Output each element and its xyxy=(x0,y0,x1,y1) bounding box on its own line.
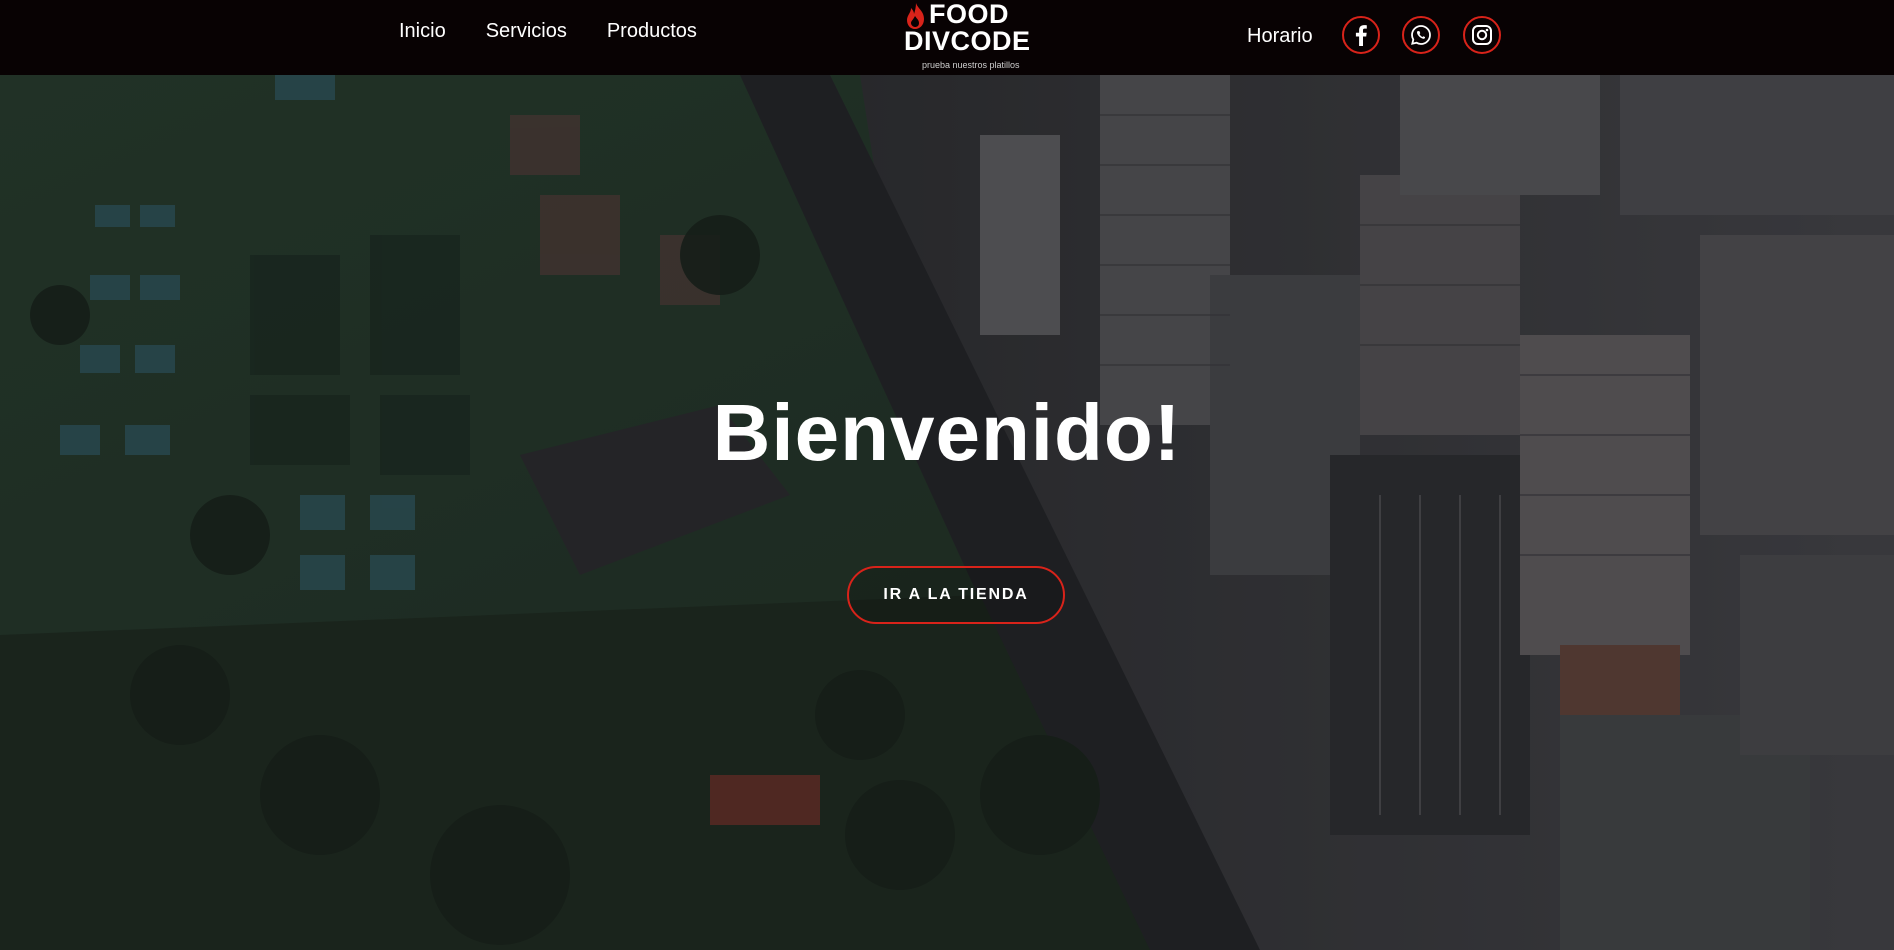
go-to-store-button[interactable]: IR A LA TIENDA xyxy=(847,566,1065,624)
logo-text-divcode: DIVCODE xyxy=(904,26,1031,56)
nav-link-horario[interactable]: Horario xyxy=(1247,23,1313,49)
top-navbar: Inicio Servicios Productos FOOD DIVCODE … xyxy=(0,0,1894,75)
hero-title: Bienvenido! xyxy=(712,388,1182,477)
hero-section xyxy=(0,75,1894,950)
logo-tagline: prueba nuestros platillos xyxy=(922,60,1020,70)
nav-link-productos[interactable]: Productos xyxy=(607,18,697,44)
whatsapp-button[interactable] xyxy=(1402,16,1440,54)
hero-overlay xyxy=(0,75,1894,950)
facebook-icon xyxy=(1355,25,1367,46)
logo-text-food: FOOD xyxy=(929,0,1009,29)
nav-link-servicios[interactable]: Servicios xyxy=(486,18,567,44)
logo[interactable]: FOOD DIVCODE prueba nuestros platillos xyxy=(902,0,1042,75)
instagram-button[interactable] xyxy=(1463,16,1501,54)
whatsapp-icon xyxy=(1411,25,1431,45)
nav-left: Inicio Servicios Productos xyxy=(399,18,737,44)
nav-link-inicio[interactable]: Inicio xyxy=(399,18,446,44)
page: Bienvenido! IR A LA TIENDA Inicio Servic… xyxy=(0,0,1894,950)
facebook-button[interactable] xyxy=(1342,16,1380,54)
instagram-icon xyxy=(1472,25,1492,45)
